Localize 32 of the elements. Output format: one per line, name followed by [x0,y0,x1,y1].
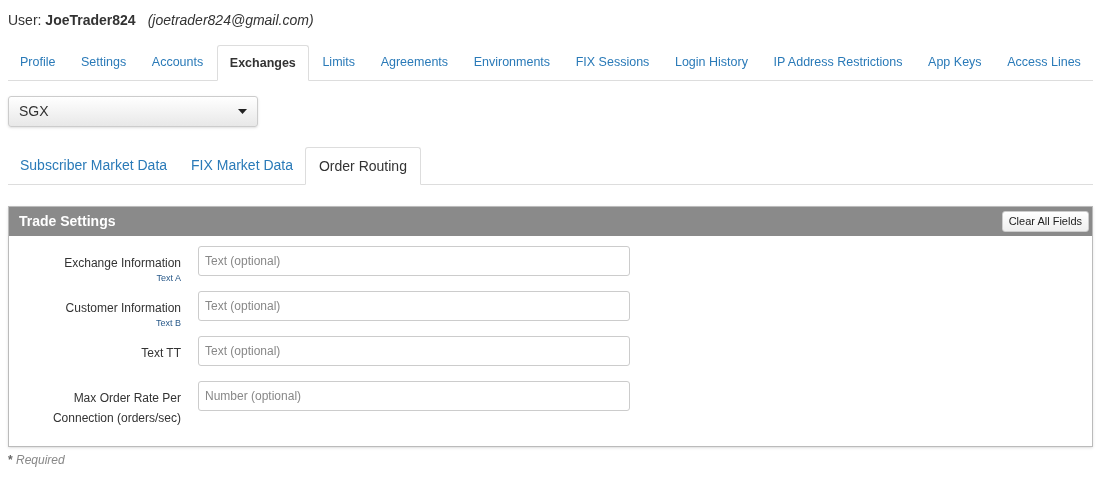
tab[interactable]: FIX Sessions [563,45,662,80]
tab[interactable]: Profile [8,45,68,80]
user-label: User: JoeTrader824 [8,11,136,30]
panel-title: Trade Settings [19,212,116,231]
tab[interactable]: Login History [662,45,760,80]
field-sublabel: Text B [156,318,181,328]
field-label: Exchange Information [63,255,181,272]
subtab[interactable]: Subscriber Market Data [8,147,180,184]
exchange-dropdown[interactable]: SGX [8,96,258,127]
tab[interactable]: Agreements [368,45,461,80]
tab[interactable]: Settings [69,45,139,80]
caret-icon [238,109,247,114]
tab[interactable]: Accounts [139,45,216,80]
tab[interactable]: Access Lines [995,45,1093,80]
user-email: (joetrader824@gmail.com) [147,11,314,30]
subtab[interactable]: FIX Market Data [179,147,305,184]
tab[interactable]: IP Address Restrictions [761,45,915,80]
input-field[interactable]: Text (optional) [198,336,630,366]
required-note: * Required [8,453,65,467]
input-field[interactable]: Text (optional) [198,246,630,276]
input-field[interactable]: Text (optional) [198,291,630,321]
tab[interactable]: Environments [461,45,563,80]
field-sublabel: Text A [156,273,181,283]
clear-fields-button[interactable]: Clear All Fields [1001,211,1089,232]
field-label: Customer Information [64,300,181,317]
subtab[interactable]: Order Routing [305,147,421,185]
field-label: Max Order Rate Per Connection (orders/sec) [51,390,181,427]
field-label: Text TT [140,345,181,362]
input-field[interactable]: Number (optional) [198,381,630,411]
tab[interactable]: Limits [310,45,368,80]
tab[interactable]: Exchanges [216,45,309,81]
tab[interactable]: App Keys [916,45,994,80]
